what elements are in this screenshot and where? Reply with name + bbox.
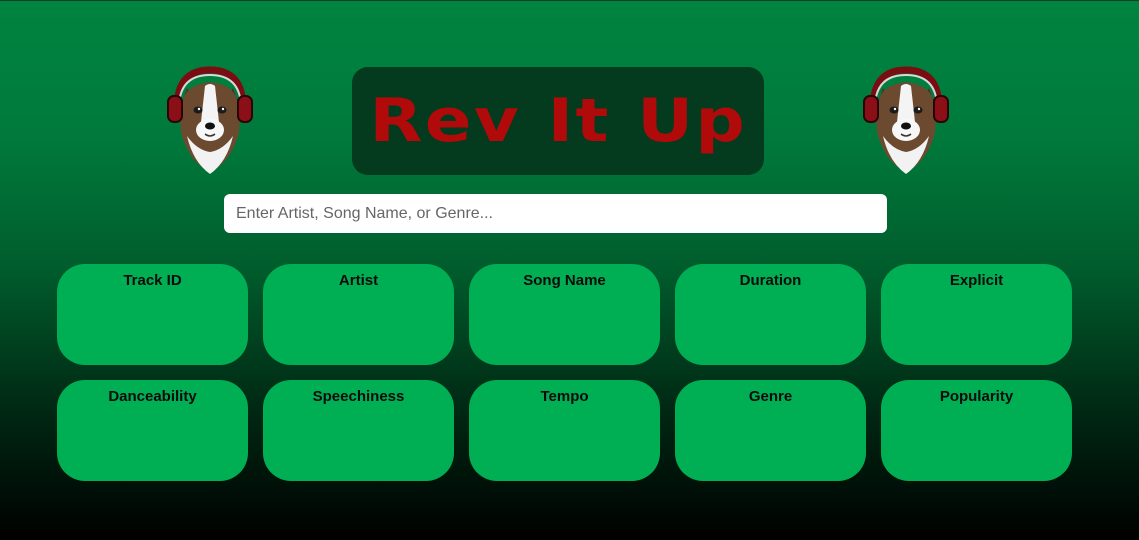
card-popularity[interactable]: Popularity [881,380,1072,481]
card-label: Artist [338,272,379,289]
card-label: Popularity [939,388,1014,405]
dog-with-headphones-icon [863,66,949,174]
card-speechiness[interactable]: Speechiness [263,380,454,481]
search-input[interactable] [224,194,887,233]
card-label: Explicit [949,272,1004,289]
card-genre[interactable]: Genre [675,380,866,481]
card-label: Genre [748,388,793,405]
top-border [0,0,1139,1]
card-label: Tempo [540,388,589,405]
card-song-name[interactable]: Song Name [469,264,660,365]
card-label: Song Name [523,272,606,289]
card-label: Danceability [108,388,197,405]
card-danceability[interactable]: Danceability [57,380,248,481]
track-info-grid: Track ID Artist Song Name Duration Expli… [57,264,1072,481]
title-banner: Rev It Up [352,67,764,175]
card-track-id[interactable]: Track ID [57,264,248,365]
card-explicit[interactable]: Explicit [881,264,1072,365]
dog-with-headphones-icon [167,66,253,174]
app-title: Rev It Up [369,86,747,156]
card-artist[interactable]: Artist [263,264,454,365]
card-label: Duration [739,272,802,289]
card-label: Track ID [123,272,182,289]
card-tempo[interactable]: Tempo [469,380,660,481]
card-label: Speechiness [312,388,405,405]
card-duration[interactable]: Duration [675,264,866,365]
